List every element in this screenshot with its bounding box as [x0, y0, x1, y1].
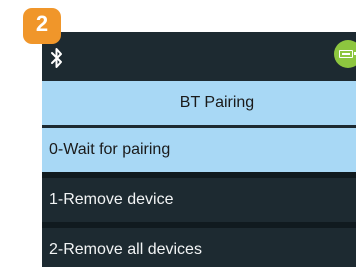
battery-icon	[334, 40, 356, 68]
bluetooth-icon	[51, 48, 62, 68]
menu-item-label: 0-Wait for pairing	[49, 141, 171, 158]
menu-item-wait-for-pairing[interactable]: 0-Wait for pairing	[42, 128, 356, 178]
status-bar	[42, 32, 356, 81]
device-screen: BT Pairing 0-Wait for pairing 1-Remove d…	[42, 32, 356, 267]
menu-item-label: 2-Remove all devices	[49, 241, 202, 258]
menu-list: 0-Wait for pairing 1-Remove device 2-Rem…	[42, 128, 356, 267]
step-number-badge: 2	[23, 8, 61, 44]
menu-title: BT Pairing	[42, 81, 356, 125]
menu-item-remove-all-devices[interactable]: 2-Remove all devices	[42, 228, 356, 267]
menu-item-remove-device[interactable]: 1-Remove device	[42, 178, 356, 228]
screenshot-stage: 2 BT Pairing 0-Wait for pairing 1-Remove…	[0, 0, 356, 267]
menu-item-label: 1-Remove device	[49, 191, 174, 208]
